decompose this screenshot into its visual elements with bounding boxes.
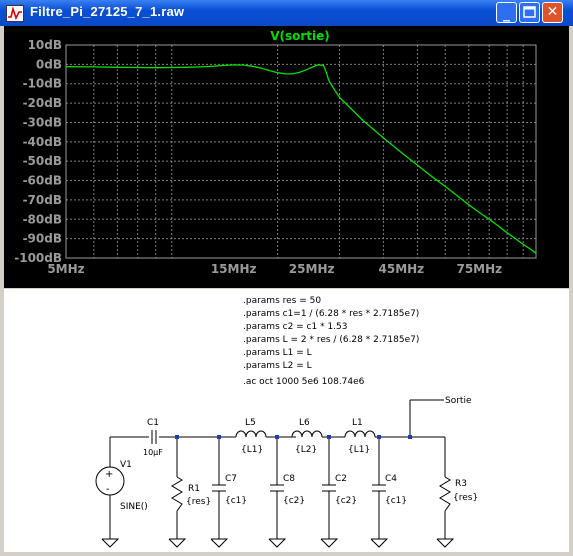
y-tick-label: -90dB xyxy=(23,232,62,246)
l6-ref: L6 xyxy=(299,418,310,428)
ground-symbol xyxy=(370,538,389,548)
waveform-chart: V(sortie) 10dB 0dB -10dB -20dB -30dB -40dB -50… xyxy=(14,29,537,276)
window-title: Filtre_Pi_27125_7_1.raw xyxy=(30,4,185,19)
y-tick-label: -50dB xyxy=(23,154,62,168)
svg-text:-: - xyxy=(106,484,110,495)
c8-ref: C8 xyxy=(283,474,295,484)
svg-text:+: + xyxy=(105,469,113,480)
y-tick-label: -40dB xyxy=(23,135,62,149)
y-tick-label: -70dB xyxy=(23,193,62,207)
capacitor-c4[interactable]: C4 {c1} xyxy=(372,474,407,506)
ground-symbol xyxy=(210,538,229,548)
l5-ref: L5 xyxy=(245,418,256,428)
window-titlebar[interactable]: Filtre_Pi_27125_7_1.raw _ ✕ xyxy=(0,0,573,26)
c2-value: {c2} xyxy=(335,496,357,506)
c8-value: {c2} xyxy=(283,496,305,506)
y-tick-label: -30dB xyxy=(23,115,62,129)
x-tick-label: 45MHz xyxy=(379,262,425,276)
maximize-icon xyxy=(523,6,536,18)
waveform-app-icon xyxy=(6,5,24,22)
net-label-sortie[interactable]: Sortie xyxy=(445,396,472,406)
maximize-button[interactable] xyxy=(519,2,540,23)
c7-value: {c1} xyxy=(225,496,247,506)
ground-symbol xyxy=(268,538,287,548)
r3-ref: R3 xyxy=(455,479,467,489)
directive-line[interactable]: .params L = 2 * res / (6.28 * 2.7185e7) xyxy=(243,335,419,345)
inductor-l5[interactable]: L5 {L1} xyxy=(235,418,267,455)
capacitor-c8[interactable]: C8 {c2} xyxy=(270,474,305,506)
directive-line[interactable]: .ac oct 1000 5e6 108.74e6 xyxy=(243,377,365,387)
directive-line[interactable]: .params L2 = L xyxy=(243,361,312,371)
trace-title: V(sortie) xyxy=(270,29,330,43)
c7-ref: C7 xyxy=(225,474,237,484)
inductor-l1[interactable]: L1 {L1} xyxy=(344,418,376,455)
y-tick-label: -60dB xyxy=(23,174,62,188)
v1-value: SINE() xyxy=(120,502,148,512)
x-tick-label: 75MHz xyxy=(456,262,502,276)
y-tick-label: -10dB xyxy=(23,77,62,91)
junction-dot xyxy=(175,435,179,439)
directive-line[interactable]: .params L1 = L xyxy=(243,348,312,358)
c2-ref: C2 xyxy=(335,474,347,484)
capacitor-c7[interactable]: C7 {c1} xyxy=(212,474,247,506)
r1-ref: R1 xyxy=(188,484,200,494)
r3-value: {res} xyxy=(453,493,478,503)
capacitor-c2[interactable]: C2 {c2} xyxy=(322,474,357,506)
voltage-source-v1[interactable]: + - V1 SINE() xyxy=(95,460,148,512)
ground-symbol xyxy=(320,538,339,548)
c4-value: {c1} xyxy=(385,496,407,506)
ground-symbol xyxy=(436,538,455,548)
x-axis-ticks: 5MHz 15MHz 25MHz 45MHz 75MHz xyxy=(47,262,502,276)
l5-value: {L1} xyxy=(241,445,263,455)
l1-value: {L1} xyxy=(348,445,370,455)
plot-grid xyxy=(66,44,536,259)
y-tick-label: 0dB xyxy=(36,57,62,71)
plot-frame xyxy=(65,44,537,259)
junction-dot xyxy=(217,435,221,439)
directive-line[interactable]: .params c1=1 / (6.28 * res * 2.7185e7) xyxy=(243,309,419,319)
junction-dot xyxy=(377,435,381,439)
l6-value: {L2} xyxy=(295,445,317,455)
v1-ref: V1 xyxy=(120,460,132,470)
resistor-r3[interactable]: R3 {res} xyxy=(439,476,478,512)
c4-ref: C4 xyxy=(385,474,397,484)
y-tick-label: 10dB xyxy=(28,38,62,52)
c1-ref: C1 xyxy=(147,418,159,428)
junction-dot xyxy=(408,435,412,439)
close-button[interactable]: ✕ xyxy=(542,2,563,23)
minimize-button[interactable]: _ xyxy=(496,2,517,23)
y-tick-label: -80dB xyxy=(23,212,62,226)
junction-dot xyxy=(275,435,279,439)
x-tick-label: 25MHz xyxy=(289,262,335,276)
r1-value: {res} xyxy=(186,497,211,507)
grounds xyxy=(101,538,455,548)
y-tick-label: -20dB xyxy=(23,96,62,110)
x-tick-label: 5MHz xyxy=(47,262,84,276)
l1-ref: L1 xyxy=(352,418,363,428)
inductor-l6[interactable]: L6 {L2} xyxy=(291,418,323,455)
resistor-r1[interactable]: R1 {res} xyxy=(171,476,211,512)
junction-dot xyxy=(327,435,331,439)
x-tick-label: 15MHz xyxy=(211,262,257,276)
directive-line[interactable]: .params c2 = c1 * 1.53 xyxy=(243,322,348,332)
c1-value: 10µF xyxy=(143,448,163,457)
ground-symbol xyxy=(101,538,120,548)
waveform-plot-pane[interactable]: V(sortie) 10dB 0dB -10dB -20dB -30dB -40dB -50… xyxy=(4,26,569,288)
ground-symbol xyxy=(168,538,187,548)
trace-v-sortie xyxy=(65,64,537,254)
y-axis-ticks: 10dB 0dB -10dB -20dB -30dB -40dB -50dB -60dB -70… xyxy=(14,38,62,265)
directive-line[interactable]: .params res = 50 xyxy=(243,296,321,306)
schematic-pane[interactable]: .params res = 50 .params c1=1 / (6.28 * … xyxy=(4,289,569,552)
schematic: .params res = 50 .params c1=1 / (6.28 * … xyxy=(95,296,478,548)
spice-directives: .params res = 50 .params c1=1 / (6.28 * … xyxy=(243,296,419,387)
